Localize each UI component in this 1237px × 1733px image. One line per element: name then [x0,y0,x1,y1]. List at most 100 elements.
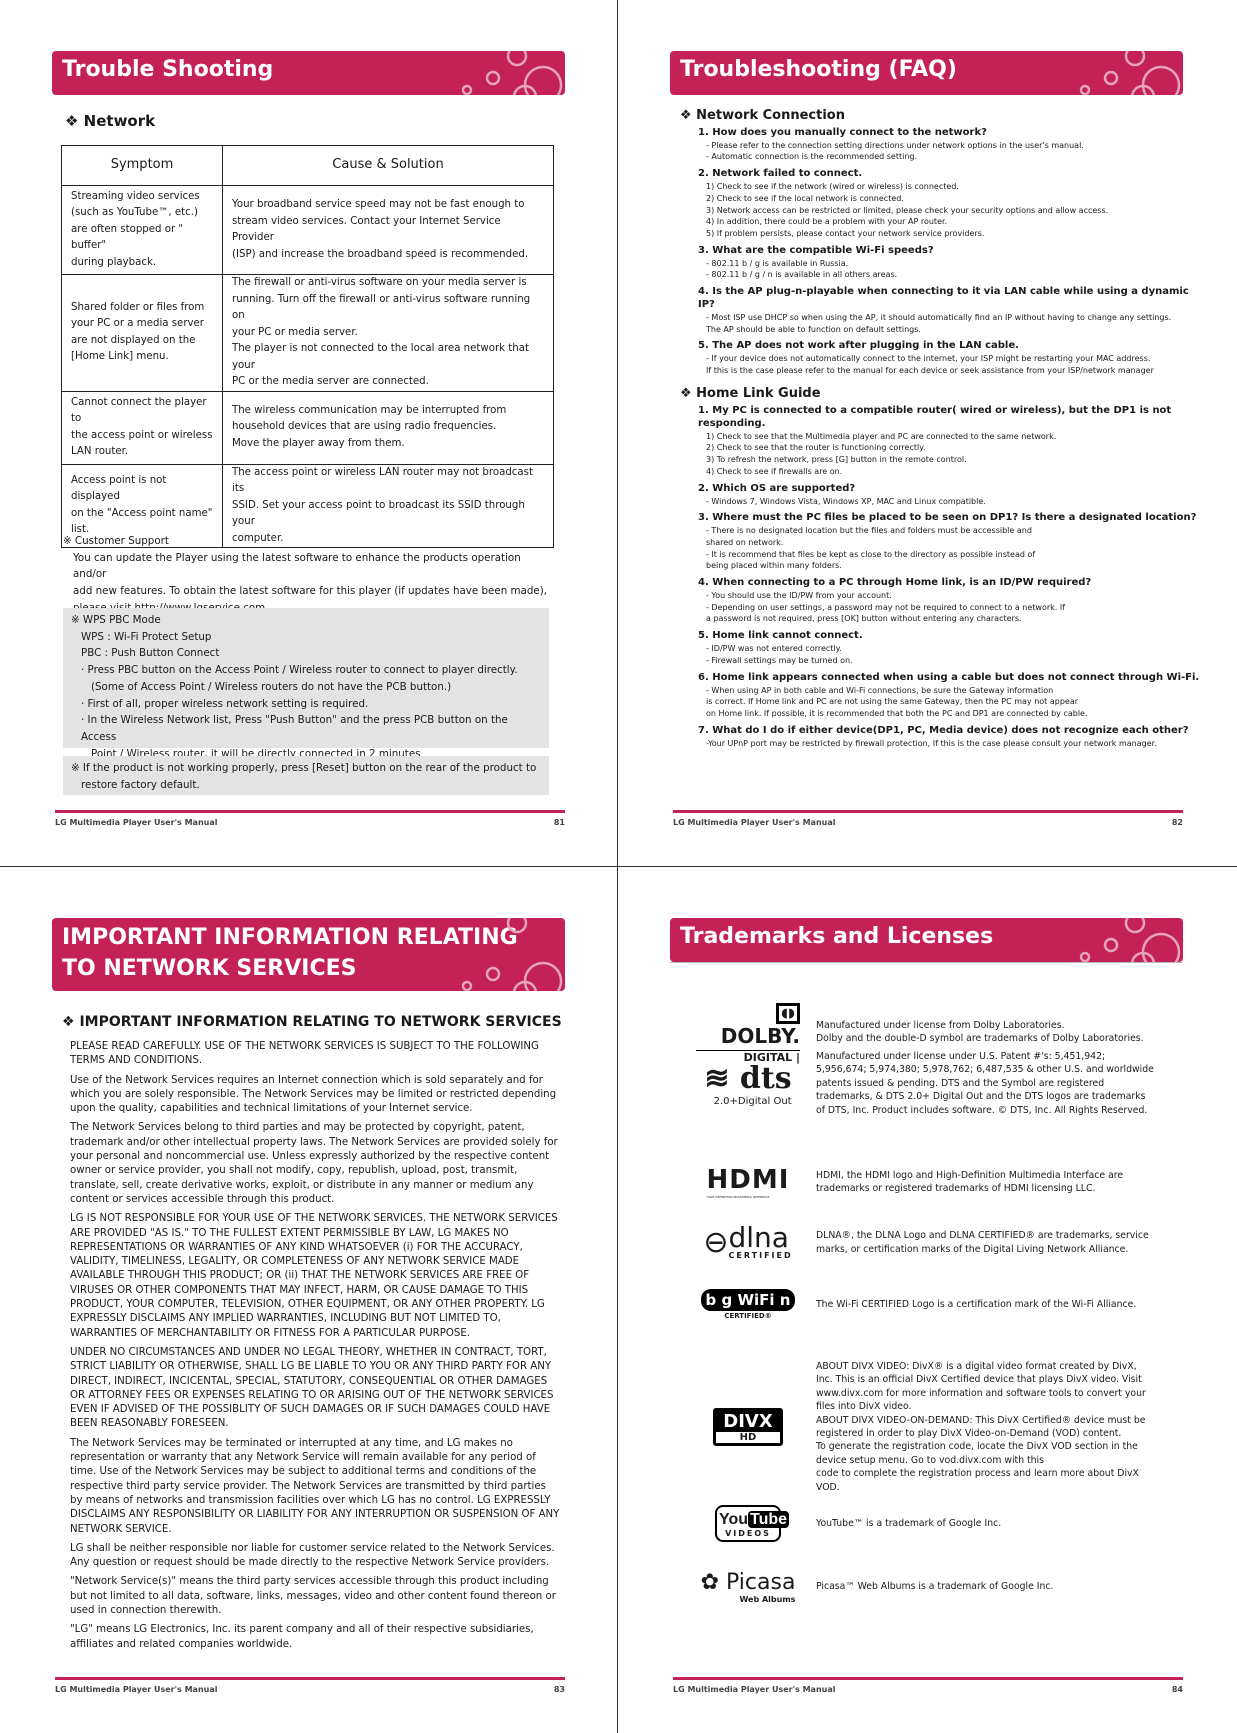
faq-answer-line: -Your UPnP port may be restricted by fir… [706,738,1157,748]
faq-answer-line: - When using AP in both cable and Wi-Fi … [706,685,1054,695]
page-footer: LG Multimedia Player User's Manual 81 [55,810,565,827]
trademark-item: b g WiFi n CERTIFIED® The Wi-Fi CERTIFIED … [696,1289,1196,1320]
trademark-item: ⊖ dlna CERTIFIED DLNA®, the DLNA Logo and D… [696,1221,1196,1261]
faq-answer-line: - There is no designated location but th… [706,526,1032,536]
faq-answer-line: 2) Check to see that the router is funct… [706,443,926,453]
faq-answer-line: shared on network. [706,537,784,547]
faq-answer-line: 2) Check to see if the local network is … [706,193,904,203]
trademark-text: HDMI, the HDMI logo and High-Definition … [816,1169,1156,1196]
table-row: Cannot connect the player to the access p… [61,390,554,465]
section-heading: ❖ Network [65,112,156,130]
faq-question: 7. What do I do if either device(DP1, PC… [698,724,1189,736]
text-line: Manufactured under license from Dolby La… [816,1019,1065,1031]
reset-note: ※ If the product is not working properly… [63,756,549,795]
legal-paragraph: UNDER NO CIRCUMSTANCES AND UNDER NO LEGA… [70,1346,554,1430]
page-footer: LG Multimedia Player User's Manual 83 [55,1677,565,1694]
faq-question: 5. The AP does not work after plugging i… [698,340,1019,352]
text-line: (such as YouTube™, etc.) [71,207,198,219]
text-line: are often stopped or " buffer" [71,223,184,252]
text-line: LAN router. [71,446,129,457]
legal-paragraph: PLEASE READ CAREFULLY. USE OF THE NETWOR… [70,1041,539,1067]
text-line: your PC or media server. [232,326,358,338]
page-number: 83 [553,1685,565,1694]
faq-answer-line: - Firewall settings may be turned on. [706,655,853,665]
page-title: Troubleshooting (FAQ) [680,57,957,82]
text-line: the access point or wireless [71,429,213,441]
cause-cell: The firewall or anti-virus software on y… [222,274,554,392]
column-header-cause: Cause & Solution [222,145,554,186]
faq-answer-line: - 802.11 b / g is available in Russia. [706,258,849,268]
divider [670,962,1183,963]
text-line: are not displayed on the [71,334,196,346]
faq-question: 2. Which OS are supported? [698,482,856,494]
legal-paragraph: LG shall be neither responsible nor liab… [70,1542,555,1569]
legal-paragraph: LG IS NOT RESPONSIBLE FOR YOUR USE OF TH… [70,1213,558,1339]
faq-section-title: ❖ Home Link Guide [680,386,821,401]
text-line: add new features. To obtain the latest s… [73,585,548,598]
text-line: stream video services. Contact your Inte… [232,215,501,244]
legal-paragraph: "LG" means LG Electronics, Inc. its pare… [70,1624,534,1650]
text-line: Dolby and the double-D symbol are tradem… [816,1033,1144,1044]
bubbles-decoration-icon [1079,51,1181,95]
wifi-logo: b g WiFi n CERTIFIED® [696,1289,800,1320]
faq-answer-line: - ID/PW was not entered correctly. [706,644,842,654]
text-line: (ISP) and increase the broadband speed i… [232,248,529,260]
trademark-text: ABOUT DIVX VIDEO: DivX® is a digital vid… [816,1360,1156,1494]
faq-question: 1. How does you manually connect to the … [698,126,987,138]
faq-question: 1. My PC is connected to a compatible ro… [698,404,1172,429]
page-number: 84 [1171,1685,1183,1694]
page-footer: LG Multimedia Player User's Manual 84 [673,1677,1183,1694]
faq-answer-line: 4) Check to see if firewalls are on. [706,466,843,476]
customer-support-note: ※ Customer Support You can update the Pl… [63,533,553,617]
faq-answer-line: 1) Check to see if the network (wired or… [706,182,959,192]
faq-question: 3. What are the compatible Wi-Fi speeds? [698,244,934,256]
page-title-banner: Trouble Shooting [52,51,565,95]
divx-hd-logo: DIVX HD [696,1408,800,1447]
faq-answer-line: being placed within many folders. [706,561,842,571]
picasa-logo: ✿ Picasa Web Albums [700,1570,796,1604]
trademark-text: DLNA®, the DLNA Logo and DLNA CERTIFIED®… [816,1229,1156,1256]
table-row: Streaming video services (such as YouTube… [61,185,554,275]
faq-home-link-guide: ❖ Home Link Guide 1. My PC is connected t… [680,382,1200,749]
trademark-item: ≋ dts 2.0+Digital Out Manufactured under l… [696,1050,1196,1117]
hdmi-logo: HDMI HIGH-DEFINITION MULTIMEDIA INTERFACE [706,1165,790,1199]
faq-answer-line: The AP should be able to function on def… [706,324,921,334]
text-line: Shared folder or files from [71,301,205,313]
faq-answer-line: - Depending on user settings, a password… [706,602,1066,612]
faq-question: 5. Home link cannot connect. [698,630,863,642]
text-line: Access point is not displayed [71,474,167,503]
troubleshooting-table: Symptom Cause & Solution Streaming video … [61,145,554,548]
trademark-item: DIVX HD ABOUT DIVX VIDEO: DivX® is a digit… [696,1360,1196,1494]
faq-section-title: ❖ Network Connection [680,108,845,123]
text-line: on the "Access point name" [71,507,213,519]
faq-question: 4. When connecting to a PC through Home … [698,577,1092,589]
text-line: To generate the registration code, locat… [816,1441,1138,1466]
faq-answer-line: - Please refer to the connection setting… [706,140,1084,150]
text-line: DLNA®, the DLNA Logo and DLNA CERTIFIED®… [816,1230,1149,1255]
page-number: 81 [553,818,565,827]
page-title-banner: Troubleshooting (FAQ) [670,51,1183,95]
cause-cell: The wireless communication may be interr… [222,390,554,465]
faq-answer-line: - Windows 7, Windows Vista, Windows XP, … [706,496,986,506]
text-line: household devices that are using radio f… [232,421,497,433]
text-line: Cannot connect the player to [71,396,207,425]
faq-network-connection: ❖ Network Connection 1. How does you manu… [680,104,1200,377]
bubbles-decoration-icon [461,51,563,95]
legal-paragraph: The Network Services may be terminated o… [70,1437,560,1535]
legal-paragraph: "Network Service(s)" means the third par… [70,1576,556,1616]
faq-answer-line: 3) Network access can be restricted or l… [706,205,1109,215]
faq-answer-line: - You should use the ID/PW from your acc… [706,591,892,601]
dlna-logo: ⊖ dlna CERTIFIED [703,1221,793,1261]
table-row: Shared folder or files from your PC or a … [61,274,554,392]
faq-answer-line: - 802.11 b / g / n is available in all o… [706,270,898,280]
text-line: Manufactured under license under U.S. Pa… [816,1051,1154,1116]
bubbles-decoration-icon [461,918,563,991]
faq-answer-line: a password is not required, press [OK] b… [706,614,1022,624]
trademark-text: Manufactured under license under U.S. Pa… [816,1050,1156,1117]
legal-paragraph: The Network Services belong to third par… [70,1122,558,1205]
cause-cell: Your broadband service speed may not be … [222,185,554,275]
text-line: The Wi-Fi CERTIFIED Logo is a certificat… [816,1299,1137,1311]
text-line: Streaming video services [71,190,200,202]
text-line: The wireless communication may be interr… [232,404,507,416]
trademark-item: You Tube VIDEOS YouTube™ is a trademark of … [696,1505,1196,1542]
